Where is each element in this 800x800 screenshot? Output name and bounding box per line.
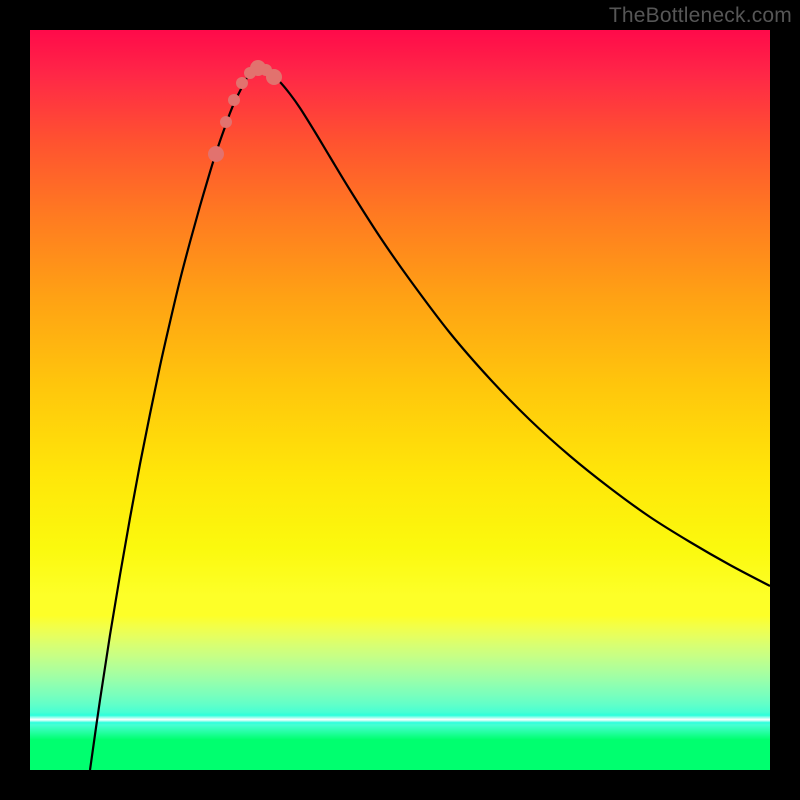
chart-frame: TheBottleneck.com [0, 0, 800, 800]
bottleneck-curve [90, 69, 770, 770]
curve-dot [266, 69, 282, 85]
curve-dots [208, 60, 282, 162]
plot-area [30, 30, 770, 770]
watermark-text: TheBottleneck.com [609, 4, 792, 28]
curve-dot [236, 77, 248, 89]
curve-dot [220, 116, 232, 128]
curve-dot [228, 94, 240, 106]
curve-dot [208, 146, 224, 162]
curve-layer [30, 30, 770, 770]
